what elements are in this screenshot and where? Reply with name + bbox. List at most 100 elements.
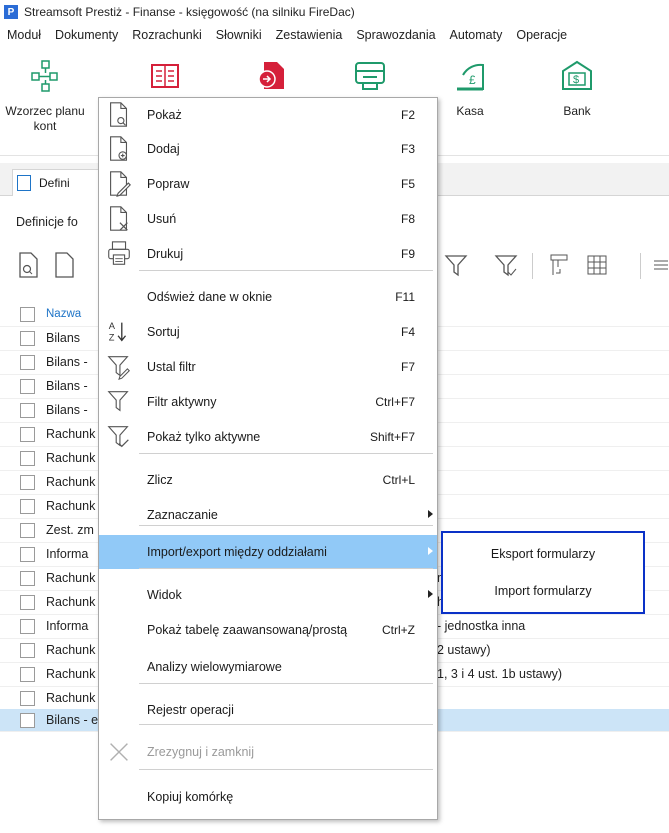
grid-icon[interactable] — [584, 251, 610, 279]
menu-item-shortcut: Shift+F7 — [369, 430, 415, 444]
ribbon-document-export[interactable] — [227, 47, 317, 104]
menu-item-view[interactable]: Widok — [99, 578, 437, 612]
menu-item-label: Dodaj — [147, 142, 180, 156]
menu-item-import-export[interactable]: Import/export między oddziałami — [99, 535, 437, 569]
ribbon-label: Wzorzec planu kont — [5, 104, 85, 133]
ribbon-cash[interactable]: £ Kasa — [425, 47, 515, 119]
sort-az-icon: AZ — [109, 321, 127, 342]
row-name: Rachunk — [46, 643, 96, 657]
menu-sprawozdania[interactable]: Sprawozdania — [349, 28, 442, 42]
menu-item-count[interactable]: Zlicz Ctrl+L — [99, 463, 437, 497]
document-add-icon[interactable] — [52, 251, 78, 279]
menu-item-active-filter[interactable]: Filtr aktywny Ctrl+F7 — [99, 385, 437, 419]
row-name: Rachunk — [46, 595, 96, 609]
submenu-arrow-icon — [428, 510, 433, 518]
row-checkbox[interactable] — [20, 354, 35, 370]
ribbon-bank[interactable]: $ Bank — [532, 47, 622, 119]
menu-icon[interactable] — [650, 251, 668, 279]
menu-automaty[interactable]: Automaty — [443, 28, 510, 42]
row-checkbox[interactable] — [20, 666, 35, 682]
menu-item-shortcut: F11 — [395, 290, 415, 304]
bank-icon: $ — [562, 60, 592, 90]
menu-separator — [139, 724, 433, 725]
document-icon — [17, 175, 31, 191]
menu-item-shortcut: F8 — [400, 212, 415, 226]
row-checkbox[interactable] — [20, 474, 35, 490]
menu-item-label: Ustal filtr — [147, 360, 196, 374]
row-name: Rachunk — [46, 667, 96, 681]
menu-separator — [139, 270, 433, 271]
filter-icon — [107, 391, 129, 412]
ribbon-label: Kasa — [456, 104, 484, 118]
menu-item-sort[interactable]: A Z Sortuj F4 — [99, 315, 437, 349]
filter-icon[interactable] — [443, 251, 469, 279]
row-checkbox[interactable] — [20, 690, 35, 706]
menu-item-toggle-table[interactable]: Pokaż tabelę zaawansowaną/prostą Ctrl+Z — [99, 613, 437, 647]
menu-item-add[interactable]: Dodaj F3 — [99, 132, 437, 166]
row-checkbox[interactable] — [20, 402, 35, 418]
menu-item-shortcut: Ctrl+L — [382, 473, 415, 487]
ribbon-chart-of-accounts[interactable]: Wzorzec planu kont — [0, 47, 90, 134]
row-checkbox[interactable] — [20, 546, 35, 562]
menu-item-copy-cell[interactable]: Kopiuj komórkę — [99, 780, 437, 814]
row-checkbox[interactable] — [20, 618, 35, 634]
menu-item-refresh[interactable]: Odśwież dane w oknie F11 — [99, 280, 437, 314]
submenu-item-export-forms[interactable]: Eksport formularzy — [443, 537, 643, 571]
select-all-checkbox[interactable] — [20, 306, 35, 322]
menu-slowniki[interactable]: Słowniki — [209, 28, 269, 42]
document-add-icon — [110, 136, 128, 161]
row-name: Rachunk — [46, 475, 96, 489]
submenu-item-import-forms[interactable]: Import formularzy — [443, 574, 643, 608]
menu-item-show[interactable]: Pokaż F2 — [99, 98, 437, 132]
menu-item-label: Zrezygnuj i zamknij — [147, 745, 254, 759]
menu-item-label: Zaznaczanie — [147, 508, 218, 522]
menu-separator — [139, 525, 433, 526]
menu-zestawienia[interactable]: Zestawienia — [269, 28, 350, 42]
row-checkbox[interactable] — [20, 378, 35, 394]
menu-modul[interactable]: Moduł — [0, 28, 48, 42]
menu-item-label: Zlicz — [147, 473, 173, 487]
menu-item-edit[interactable]: Popraw F5 — [99, 167, 437, 201]
submenu-arrow-icon — [428, 590, 433, 598]
menu-item-cancel-close[interactable]: Zrezygnuj i zamknij — [99, 735, 437, 769]
row-checkbox[interactable] — [20, 330, 35, 346]
svg-text:Z: Z — [109, 332, 115, 342]
row-checkbox[interactable] — [20, 570, 35, 586]
menu-item-operation-log[interactable]: Rejestr operacji — [99, 693, 437, 727]
menu-item-show-active-only[interactable]: Pokaż tylko aktywne Shift+F7 — [99, 420, 437, 454]
row-checkbox[interactable] — [20, 450, 35, 466]
row-checkbox[interactable] — [20, 426, 35, 442]
menu-operacje[interactable]: Operacje — [509, 28, 574, 42]
row-checkbox[interactable] — [20, 498, 35, 514]
row-checkbox[interactable] — [20, 522, 35, 538]
document-preview-icon[interactable] — [16, 251, 42, 279]
ribbon-documents[interactable] — [120, 47, 210, 104]
row-description: 1, 3 i 4 ust. 1b ustawy) — [437, 667, 563, 681]
menu-item-label: Analizy wielowymiarowe — [147, 660, 282, 674]
menu-item-delete[interactable]: Usuń F8 — [99, 202, 437, 236]
menu-item-label: Kopiuj komórkę — [147, 790, 234, 804]
menu-dokumenty[interactable]: Dokumenty — [48, 28, 125, 42]
row-name: Informa — [46, 619, 89, 633]
column-chooser-icon[interactable] — [546, 251, 572, 279]
submenu-arrow-icon — [428, 547, 433, 555]
menu-item-selection[interactable]: Zaznaczanie — [99, 498, 437, 532]
column-header-name[interactable]: Nazwa — [46, 308, 81, 320]
menu-item-print[interactable]: Drukuj F9 — [99, 237, 437, 271]
ribbon-label: Bank — [563, 104, 591, 118]
row-checkbox[interactable] — [20, 594, 35, 610]
row-name: Rachunk — [46, 451, 96, 465]
row-checkbox[interactable] — [20, 712, 35, 728]
menu-rozrachunki[interactable]: Rozrachunki — [125, 28, 208, 42]
menu-item-label: Rejestr operacji — [147, 703, 234, 717]
filter-check-icon[interactable] — [493, 251, 519, 279]
menu-item-multidim-analysis[interactable]: Analizy wielowymiarowe — [99, 650, 437, 684]
ribbon-register[interactable] — [325, 47, 415, 104]
row-checkbox[interactable] — [20, 642, 35, 658]
window-title: Streamsoft Prestiż - Finanse - księgowoś… — [24, 5, 355, 19]
close-icon — [110, 743, 128, 761]
submenu-item-label: Eksport formularzy — [490, 547, 596, 561]
menu-item-set-filter[interactable]: Ustal filtr F7 — [99, 350, 437, 384]
toolbar-separator — [532, 253, 533, 279]
menu-item-label: Filtr aktywny — [147, 395, 217, 409]
